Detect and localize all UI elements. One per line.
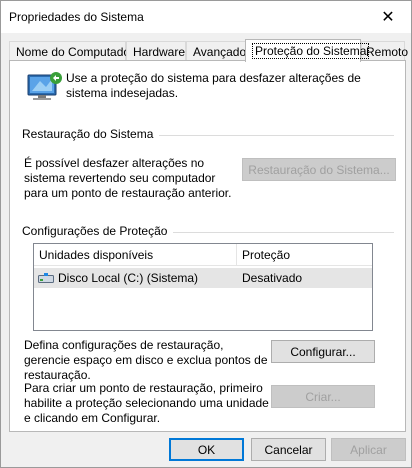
system-protection-panel: Use a proteção do sistema para desfazer … <box>9 60 406 432</box>
column-header-drives[interactable]: Unidades disponíveis <box>34 244 237 266</box>
column-header-label: Unidades disponíveis <box>39 248 154 262</box>
create-description: Para criar um ponto de restauração, prim… <box>24 381 269 425</box>
tab-label: Hardware <box>133 44 186 59</box>
hard-disk-icon <box>38 273 54 283</box>
tab-label: Remoto <box>366 44 409 59</box>
tab-strip: Nome do Computador Hardware Avançado Pro… <box>9 39 409 62</box>
tab-label: Avançado <box>193 44 247 59</box>
apply-button[interactable]: Aplicar <box>331 438 406 461</box>
tab-hardware[interactable]: Hardware <box>126 41 186 61</box>
window-title: Propriedades do Sistema <box>9 10 144 24</box>
system-properties-dialog: Propriedades do Sistema ✕ Nome do Comput… <box>0 0 412 468</box>
table-row[interactable]: Disco Local (C:) (Sistema) Desativado <box>34 268 372 288</box>
column-header-label: Proteção <box>242 248 291 262</box>
apply-button-label: Aplicar <box>350 442 387 457</box>
system-protection-icon <box>27 72 62 100</box>
title-bar[interactable]: Propriedades do Sistema ✕ <box>1 1 411 33</box>
close-icon: ✕ <box>381 9 395 26</box>
cancel-button[interactable]: Cancelar <box>251 438 326 461</box>
column-header-protection[interactable]: Proteção <box>237 244 372 266</box>
intro-text: Use a proteção do sistema para desfazer … <box>66 71 361 100</box>
protection-cell: Desativado <box>237 268 372 288</box>
ok-button[interactable]: OK <box>169 438 244 461</box>
drive-cell: Disco Local (C:) (Sistema) <box>34 268 237 288</box>
restore-description: É possível desfazer alterações no sistem… <box>24 156 232 200</box>
ok-button-label: OK <box>197 442 216 457</box>
configure-button-label: Configurar... <box>290 344 356 359</box>
configure-button[interactable]: Configurar... <box>271 340 375 363</box>
list-header: Unidades disponíveis Proteção <box>34 244 372 266</box>
tab-label: Proteção do Sistema <box>252 43 370 59</box>
tab-label: Nome do Computador <box>16 44 135 59</box>
create-button[interactable]: Criar... <box>271 385 375 408</box>
drives-list[interactable]: Unidades disponíveis Proteção Disco Loca… <box>33 243 373 331</box>
tab-advanced[interactable]: Avançado <box>186 41 246 61</box>
drive-name: Disco Local (C:) (Sistema) <box>58 271 199 285</box>
create-button-label: Criar... <box>305 389 341 404</box>
restore-group-label: Restauração do Sistema <box>22 127 160 141</box>
close-button[interactable]: ✕ <box>365 1 411 33</box>
tab-system-protection[interactable]: Proteção do Sistema <box>245 39 370 62</box>
protection-group-label: Configurações de Proteção <box>22 224 174 238</box>
tab-computer-name[interactable]: Nome do Computador <box>9 41 134 61</box>
system-restore-button-label: Restauração do Sistema... <box>248 162 390 177</box>
system-restore-button[interactable]: Restauração do Sistema... <box>242 158 396 181</box>
configure-description: Defina configurações de restauração, ger… <box>24 338 268 382</box>
protection-status: Desativado <box>242 271 303 285</box>
cancel-button-label: Cancelar <box>264 442 313 457</box>
